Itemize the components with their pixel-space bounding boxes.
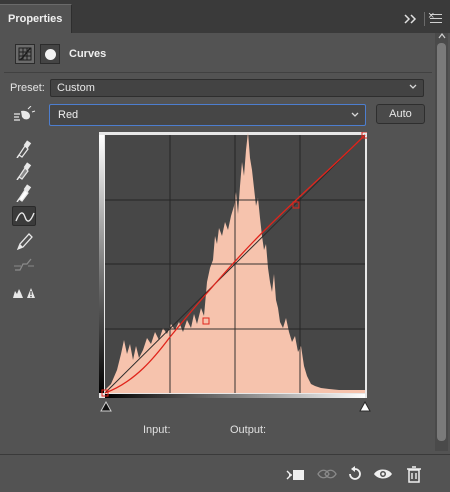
chevron-down-icon xyxy=(409,84,417,89)
divider xyxy=(424,12,425,26)
tab-properties[interactable]: Properties xyxy=(0,4,72,33)
curves-graph-canvas[interactable] xyxy=(99,132,367,398)
properties-panel: Properties × Curves Preset: Custom Red A… xyxy=(0,0,450,492)
panel-scrollbar[interactable] xyxy=(435,33,448,479)
layer-mask-icon[interactable] xyxy=(40,44,60,64)
clip-to-layer-icon[interactable] xyxy=(285,465,307,483)
white-point-eyedropper-icon[interactable] xyxy=(12,182,36,203)
black-input-slider[interactable] xyxy=(100,401,112,412)
curve-points-icon[interactable] xyxy=(12,206,36,226)
pencil-draw-icon[interactable] xyxy=(12,231,36,251)
scroll-up-icon[interactable] xyxy=(438,33,446,39)
bottom-toolbar xyxy=(0,454,450,492)
output-gradient-bar xyxy=(99,135,104,393)
adjustment-title: Curves xyxy=(69,48,107,60)
divider xyxy=(4,72,432,73)
panel-menu-icon[interactable] xyxy=(430,14,442,24)
gray-point-eyedropper-icon[interactable] xyxy=(12,160,36,181)
collapse-arrows-icon[interactable] xyxy=(404,14,418,24)
black-point-eyedropper-icon[interactable] xyxy=(12,138,36,159)
visibility-eye-icon[interactable] xyxy=(372,465,394,483)
curves-adjustment-icon[interactable] xyxy=(15,44,35,64)
trash-icon[interactable] xyxy=(403,465,425,483)
smooth-curve-icon[interactable] xyxy=(12,255,36,275)
input-label: Input: xyxy=(143,424,171,436)
preset-label: Preset: xyxy=(10,82,45,94)
panel-tab-strip: Properties × xyxy=(0,0,450,33)
preset-dropdown[interactable]: Custom xyxy=(50,79,424,97)
view-previous-state-icon[interactable] xyxy=(316,465,338,483)
auto-button[interactable]: Auto xyxy=(376,104,425,124)
tab-label: Properties xyxy=(8,13,63,25)
chevron-down-icon xyxy=(351,112,359,117)
reset-icon[interactable] xyxy=(344,465,366,483)
on-image-adjust-icon[interactable] xyxy=(12,105,36,126)
channel-dropdown[interactable]: Red xyxy=(49,104,366,126)
input-gradient-bar xyxy=(105,394,365,398)
preset-value: Custom xyxy=(57,82,95,94)
white-input-slider[interactable] xyxy=(359,401,371,412)
curves-graph[interactable] xyxy=(99,132,367,398)
adjustment-header: Curves xyxy=(0,38,434,72)
output-label: Output: xyxy=(230,424,267,436)
channel-value: Red xyxy=(58,109,79,121)
scroll-thumb[interactable] xyxy=(437,43,446,441)
clipping-warning-icon[interactable] xyxy=(12,281,36,301)
